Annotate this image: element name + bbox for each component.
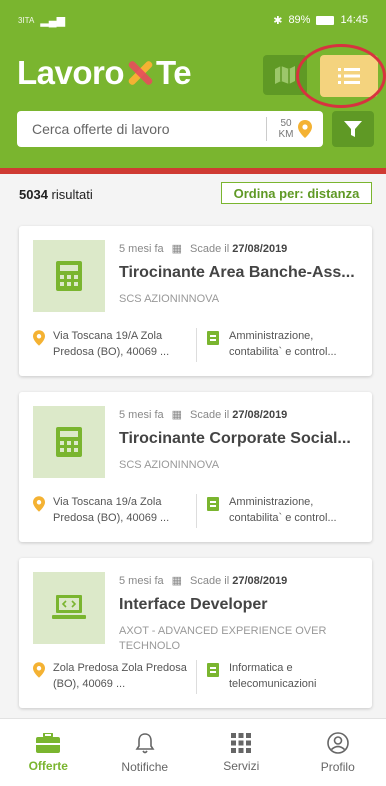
job-meta: 5 mesi fa ▦ Scade il 27/08/2019 [119,242,288,256]
app-header: Lavoro Te Cerca offerte di lavoro 50 KM [0,40,386,168]
job-deadline: Scade il 27/08/2019 [190,242,288,255]
nav-label: Servizi [223,758,260,773]
filter-icon [344,121,362,137]
job-category: Amministrazione, contabilita` e control.… [207,494,362,526]
battery-percent: 89% [288,14,311,26]
nav-item-notifiche[interactable]: Notifiche [97,719,194,786]
job-title[interactable]: Tirocinante Area Banche-Ass... [119,264,365,282]
filter-button[interactable] [332,111,374,147]
location-pin-icon [33,496,45,512]
logo-text-1: Lavoro [17,54,125,91]
job-age: 5 mesi fa [119,574,164,587]
clock: 14:45 [340,14,368,26]
nav-item-servizi[interactable]: Servizi [193,719,290,786]
nav-item-offerte[interactable]: Offerte [0,719,97,786]
map-icon [275,66,295,84]
calendar-icon: ▦ [171,575,183,587]
card-divider [196,660,197,694]
highlight-circle [296,44,386,108]
calendar-icon: ▦ [171,409,183,421]
calendar-icon: ▦ [171,243,183,255]
location-pin-icon [33,662,45,678]
profile-icon [326,731,349,754]
nav-item-profilo[interactable]: Profilo [290,719,386,786]
job-thumbnail [33,240,105,312]
job-meta: 5 mesi fa ▦ Scade il 27/08/2019 [119,408,288,422]
nav-label: Offerte [28,758,68,773]
search-input[interactable]: Cerca offerte di lavoro [17,121,266,137]
job-deadline: Scade il 27/08/2019 [190,408,288,421]
category-badge-icon [207,331,219,345]
app-logo: Lavoro Te [17,54,192,92]
logo-text-2: Te [156,54,192,91]
job-meta: 5 mesi fa ▦ Scade il 27/08/2019 [119,574,288,588]
nav-label: Notifiche [121,759,169,774]
job-company: AXOT - ADVANCED EXPERIENCE OVER TECHNOLO [119,625,327,652]
nav-label: Profilo [320,759,355,774]
job-address: Via Toscana 19/A Zola Predosa (BO), 4006… [33,328,193,360]
distance-value: 50 KM [278,118,294,140]
laptop-code-icon [52,595,86,619]
sort-button[interactable]: Ordina per: distanza [221,182,372,204]
job-card[interactable]: 5 mesi fa ▦ Scade il 27/08/2019 Interfac… [19,558,372,708]
job-thumbnail [33,572,105,644]
calculator-icon [56,427,82,457]
logo-x-icon [125,58,155,88]
job-thumbnail [33,406,105,478]
category-badge-icon [207,497,219,511]
job-address: Via Toscana 19/a Zola Predosa (BO), 4006… [33,494,193,526]
bottom-navigation: Offerte Notifiche Servizi Profilo [0,718,386,786]
location-pin-icon [297,120,312,138]
distance-selector[interactable]: 50 KM [267,118,323,140]
job-title[interactable]: Interface Developer [119,596,365,614]
job-category: Amministrazione, contabilita` e control.… [207,328,362,360]
location-pin-icon [33,330,45,346]
job-title[interactable]: Tirocinante Corporate Social... [119,430,365,448]
job-age: 5 mesi fa [119,408,164,421]
results-list[interactable]: 5034 risultati Ordina per: distanza 5 me… [0,174,386,718]
job-address: Zola Predosa Zola Predosa (BO), 40069 ..… [33,660,193,692]
search-bar[interactable]: Cerca offerte di lavoro 50 KM [17,111,323,147]
calculator-icon [56,261,82,291]
battery-icon [316,15,335,25]
briefcase-icon [36,732,61,753]
card-divider [196,494,197,528]
job-company: SCS AZIONINNOVA [119,293,220,305]
operator-label: 3ITA [18,15,35,25]
job-age: 5 mesi fa [119,242,164,255]
job-card[interactable]: 5 mesi fa ▦ Scade il 27/08/2019 Tirocina… [19,392,372,542]
results-count: 5034 risultati [19,187,93,202]
bell-icon [135,732,155,753]
grid-icon [231,732,252,753]
card-divider [196,328,197,362]
signal-icon: ▂▄▆ [40,14,66,27]
job-company: SCS AZIONINNOVA [119,459,220,471]
job-deadline: Scade il 27/08/2019 [190,574,288,587]
status-bar: 3ITA ▂▄▆ ✱ 89% 14:45 [0,0,386,40]
bluetooth-icon: ✱ [273,14,283,27]
job-category: Informatica e telecomunicazioni [207,660,362,692]
category-badge-icon [207,663,219,677]
job-card[interactable]: 5 mesi fa ▦ Scade il 27/08/2019 Tirocina… [19,226,372,376]
